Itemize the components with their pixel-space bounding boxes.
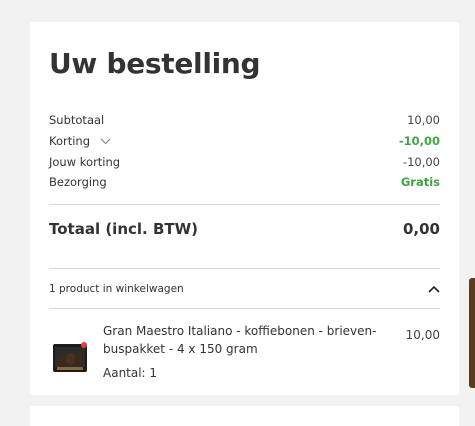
page-title: Uw bestelling [49,47,261,80]
subtotal-value: 10,00 [407,113,440,127]
side-panel-edge [469,278,475,388]
total-row: Totaal (incl. BTW) 0,00 [49,220,440,238]
korting-toggle[interactable]: Korting [49,134,111,148]
divider [49,308,440,309]
product-name[interactable]: Gran Maestro Italiano - koffiebonen - br… [103,322,393,358]
bezorging-row: Bezorging Gratis [49,174,440,190]
korting-row[interactable]: Korting -10,00 [49,133,440,149]
divider [49,204,440,205]
korting-value: -10,00 [398,134,440,148]
chevron-up-icon[interactable] [428,282,440,296]
bezorging-value: Gratis [400,175,440,189]
next-card [30,406,459,426]
jouw-korting-label: Jouw korting [49,155,121,169]
total-value: 0,00 [402,220,440,238]
product-price: 10,00 [405,328,440,342]
cart-product-item: Gran Maestro Italiano - koffiebonen - br… [49,322,440,392]
chevron-down-icon[interactable] [100,137,111,148]
product-image[interactable] [51,338,89,376]
bezorging-label: Bezorging [49,175,107,189]
order-summary-card: Uw bestelling Subtotaal 10,00 Korting -1… [30,22,459,395]
cart-summary-label: 1 product in winkelwagen [49,283,184,295]
korting-label: Korting [49,134,91,148]
divider [49,268,440,269]
cart-toggle[interactable]: 1 product in winkelwagen [49,282,440,296]
jouw-korting-value: -10,00 [402,155,440,169]
product-quantity: Aantal: 1 [103,366,158,380]
total-label: Totaal (incl. BTW) [49,220,199,238]
subtotal-row: Subtotaal 10,00 [49,112,440,128]
subtotal-label: Subtotaal [49,113,105,127]
jouw-korting-row: Jouw korting -10,00 [49,154,440,170]
